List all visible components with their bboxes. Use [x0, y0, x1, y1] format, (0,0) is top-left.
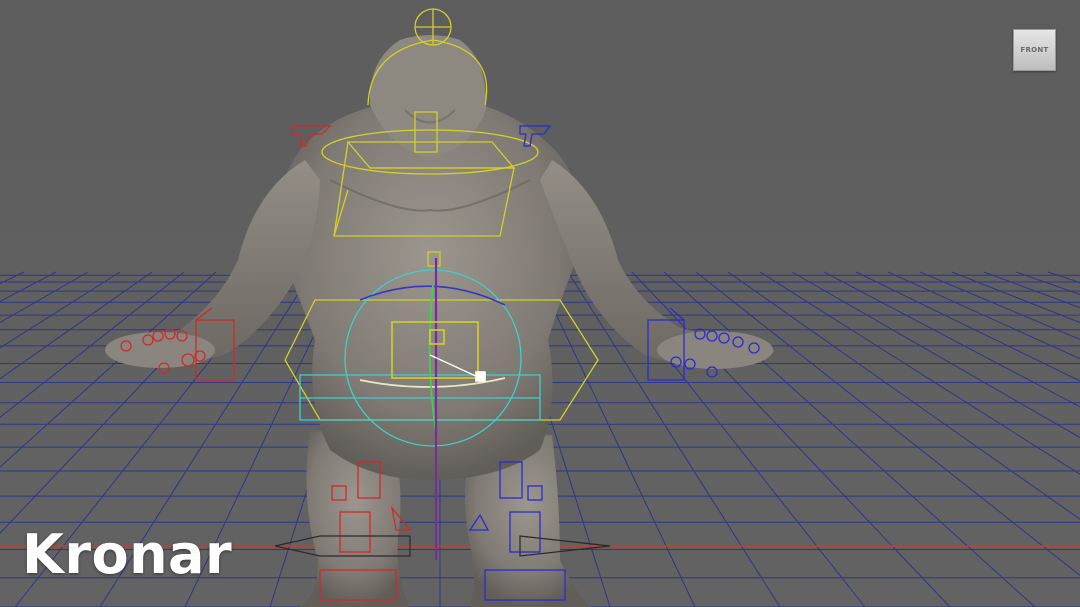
- grid-line-depth: [631, 271, 951, 607]
- grid-line-depth: [0, 271, 25, 285]
- grid-line-depth: [855, 271, 1080, 382]
- channel-watermark: Kronar: [22, 523, 233, 586]
- grid-line-depth: [1047, 271, 1080, 284]
- grid-line-depth: [887, 271, 1080, 360]
- view-cube-label: FRONT: [1020, 46, 1049, 54]
- grid-line-depth: [791, 271, 1080, 439]
- maya-viewport[interactable]: FRONT Kronar: [0, 0, 1080, 607]
- grid-line-depth: [823, 271, 1080, 408]
- grid-line-depth: [727, 271, 1080, 520]
- grid-line-depth: [567, 271, 781, 607]
- grid-line-depth: [695, 271, 1080, 577]
- grid-line-depth: [951, 271, 1080, 324]
- grid-line-depth: [663, 271, 1036, 607]
- viewport-scene[interactable]: [0, 0, 1080, 607]
- view-cube-front[interactable]: FRONT: [1013, 29, 1056, 71]
